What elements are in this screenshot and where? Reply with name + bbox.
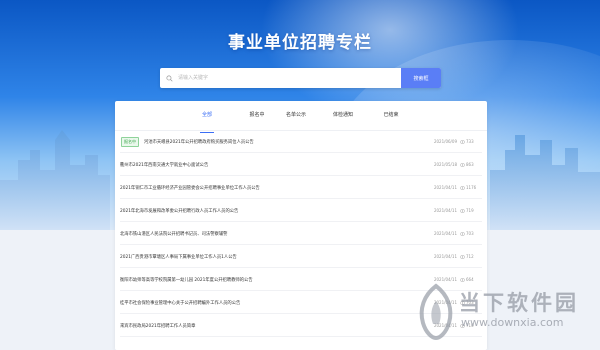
list-item-title[interactable]: 2021年北海市发展和改革委公开招聘行政人员工作人员的公告 — [120, 208, 427, 214]
eye-icon — [460, 162, 465, 167]
tab-registering[interactable]: 报名中 — [249, 111, 264, 118]
tab-ended[interactable]: 已结束 — [383, 111, 398, 118]
search-icon — [160, 68, 178, 88]
list-item[interactable]: 北海市铁山港区人民法院公开招聘书记员、司法警察辅警 2021/04/11 703 — [120, 223, 482, 245]
list-item-views: 733 — [460, 139, 480, 144]
eye-icon — [460, 139, 465, 144]
list-item-title[interactable]: 2021年铜仁市工业循环经济产业园管委会公开招聘事业单位工作人员公告 — [120, 185, 427, 191]
list-item-title[interactable]: 北海市铁山港区人民法院公开招聘书记员、司法警察辅警 — [120, 231, 427, 237]
list-item-views: 863 — [460, 162, 480, 167]
list-item-date: 2021/06/09 — [433, 139, 457, 144]
view-count: 863 — [466, 162, 474, 167]
watermark: 当下软件园 www.downxia.com — [413, 281, 598, 349]
status-badge: 报名中 — [121, 136, 139, 147]
list-item-date: 2021/04/11 — [433, 185, 457, 190]
list-item-title[interactable]: 2021广西贵港市覃塘区人事局下属事业单位工作人员1人公告 — [120, 254, 427, 260]
list-item-date: 2021/05/18 — [433, 162, 457, 167]
page-title: 事业单位招聘专栏 — [228, 33, 372, 53]
list-item[interactable]: 2021年北海市发展和改革委公开招聘行政人员工作人员的公告 2021/04/11… — [120, 200, 482, 222]
watermark-url: www.downxia.com — [461, 316, 564, 329]
list-item[interactable]: 2021年铜仁市工业循环经济产业园管委会公开招聘事业单位工作人员公告 2021/… — [120, 177, 482, 199]
view-count: 712 — [466, 254, 474, 259]
list-item-views: 712 — [460, 254, 480, 259]
tab-all[interactable]: 全部 — [199, 111, 215, 133]
tab-label: 全部 — [201, 112, 213, 118]
watermark-text: 当下软件园 — [459, 291, 579, 315]
search-bar: 搜索框 — [160, 68, 441, 88]
eye-icon — [460, 231, 465, 236]
search-button[interactable]: 搜索框 — [401, 68, 441, 88]
list-item[interactable]: 报名中 河池市天峨县2021年公开招聘政府购买服务岗位人员公告 2021/06/… — [120, 131, 482, 153]
view-count: 1176 — [466, 185, 477, 190]
list-item[interactable]: 2021广西贵港市覃塘区人事局下属事业单位工作人员1人公告 2021/04/11… — [120, 246, 482, 268]
list-item-title[interactable]: 桂平市社会保险事业管理中心关于公开招聘编外工作人员的公告 — [120, 300, 427, 306]
list-item-title[interactable]: 来宾市民政局2021年招聘工作人员简章 — [120, 323, 427, 329]
view-count: 733 — [466, 139, 474, 144]
eye-icon — [460, 208, 465, 213]
view-count: 719 — [466, 208, 474, 213]
list-item-title[interactable]: 衡阳市幼师等高等学校院属第一幼儿园 2021年度公开招聘教师的公告 — [120, 277, 427, 283]
watermark-logo-icon — [419, 283, 453, 341]
tab-physical-exam[interactable]: 体检通知 — [333, 111, 353, 118]
list-item-views: 703 — [460, 231, 480, 236]
list-item-date: 2021/04/11 — [433, 208, 457, 213]
list-item-views: 719 — [460, 208, 480, 213]
list-item-title[interactable]: 河池市天峨县2021年公开招聘政府购买服务岗位人员公告 — [144, 139, 427, 145]
list-item-date: 2021/04/11 — [433, 231, 457, 236]
list-item-views: 1176 — [460, 185, 480, 190]
tab-bar: 全部 报名中 名单公示 体检通知 已结束 — [115, 101, 487, 133]
view-count: 703 — [466, 231, 474, 236]
list-item-date: 2021/04/11 — [433, 254, 457, 259]
tab-list-publicity[interactable]: 名单公示 — [286, 111, 306, 118]
search-input[interactable] — [178, 69, 401, 87]
list-item-title[interactable]: 衢州市2021年西南交通大学就业中心面试公告 — [120, 162, 427, 168]
eye-icon — [460, 185, 465, 190]
eye-icon — [460, 254, 465, 259]
list-item[interactable]: 衢州市2021年西南交通大学就业中心面试公告 2021/05/18 863 — [120, 154, 482, 176]
